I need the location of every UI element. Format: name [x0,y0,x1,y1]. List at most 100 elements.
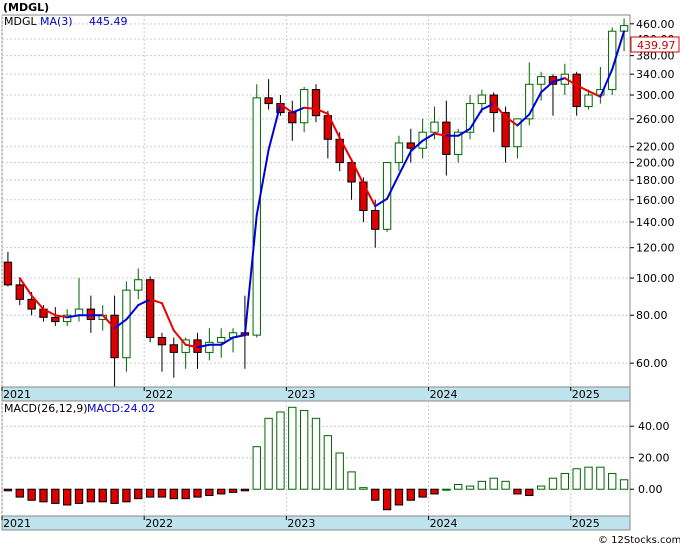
macd-legend-label: MACD(26,12,9) [4,402,88,415]
macd-bar-positive [359,487,368,490]
macd-x-tick-label: 2022 [145,517,173,530]
candle-down [371,210,380,230]
price-x-axis-band [1,386,631,402]
price-x-tick-label: 2022 [145,388,173,401]
macd-legend-value: MACD:24.02 [87,402,155,415]
stock-chart: (MDGL) 460.00420.00380.00340.00300.00260… [1,1,680,546]
macd-bar-negative [406,488,415,501]
candle-down [572,73,581,108]
ma-segment [303,106,317,110]
candle-up [217,336,226,343]
price-tick-label: 140.00 [636,216,675,229]
price-tick-label: 60.00 [636,357,668,370]
candle-down [264,97,273,105]
macd-bar-positive [477,480,487,490]
macd-bar-positive [276,411,285,490]
macd-tick-label: 40.00 [638,420,670,433]
macd-bar-negative [228,488,238,493]
price-tick-label: 100.00 [636,272,675,285]
macd-bar-negative [145,488,155,498]
price-tick-label: 220.00 [636,141,675,154]
price-plot-area [1,14,631,388]
candle-up [430,121,439,133]
macd-bar-positive [572,468,581,490]
macd-bar-positive [548,477,558,490]
macd-bar-negative [371,488,380,501]
price-axis-ticks: 460.00420.00380.00340.00300.00260.00220.… [630,18,675,370]
price-legend-symbol: MDGL [4,15,37,28]
last-price-label: 439.97 [637,39,676,52]
macd-bar-positive [584,466,593,490]
candle-up [584,94,593,108]
price-x-tick-label: 2021 [3,388,31,401]
candle-down [145,279,155,338]
macd-bar-positive [489,477,498,490]
macd-bar-negative [51,488,60,504]
macd-bar-negative [157,488,167,498]
macd-bar-positive [560,472,570,490]
macd-bar-negative [62,488,72,506]
macd-bar-positive [288,406,297,490]
macd-bar-negative [382,488,392,511]
macd-bar-negative [98,488,107,503]
candle-up [122,289,131,359]
macd-bar-negative [110,488,119,504]
candle-down [110,314,119,359]
chart-title: (MDGL) [3,1,49,14]
price-tick-label: 80.00 [636,309,668,322]
macd-bar-positive [501,480,510,490]
price-legend-ma-value: 445.49 [89,15,128,28]
footer-watermark: © 12Stocks.com [598,535,680,546]
macd-bar-negative [513,488,522,495]
macd-bar-positive [465,485,475,490]
candle-down [311,89,321,117]
macd-x-axis-band [1,515,631,531]
price-tick-label: 300.00 [636,89,675,102]
candle-down [359,181,368,212]
macd-bar-negative [86,488,96,503]
macd-bar-negative [169,488,178,500]
price-tick-label: 340.00 [636,68,675,81]
candle-down [288,112,297,124]
macd-bar-negative [134,488,143,500]
macd-tick-label: 0.00 [638,483,663,496]
macd-bar-negative [525,488,534,497]
macd-bar-positive [442,488,451,491]
candle-up [394,142,404,164]
price-x-tick-label: 2024 [430,388,458,401]
macd-bar-negative [74,488,84,504]
price-tick-label: 180.00 [636,174,675,187]
candle-down [442,121,451,155]
macd-bar-positive [299,409,309,490]
macd-x-tick-label: 2023 [287,517,315,530]
candle-up [299,89,309,124]
macd-bar-positive [619,479,629,490]
price-tick-label: 120.00 [636,242,675,255]
macd-tick-label: 20.00 [638,452,670,465]
candle-up [134,279,143,291]
macd-bar-negative [418,488,427,498]
macd-bar-negative [205,488,214,497]
candle-down [3,261,13,286]
candle-down [15,284,24,300]
macd-bar-negative [193,488,202,498]
price-tick-label: 160.00 [636,194,675,207]
macd-bar-negative [15,488,24,498]
price-x-tick-label: 2025 [572,388,600,401]
macd-bar-negative [3,488,13,492]
macd-bar-negative [181,488,190,500]
candle-up [382,162,392,230]
price-panel: 460.00420.00380.00340.00300.00260.00220.… [1,14,680,402]
price-tick-label: 200.00 [636,157,675,170]
macd-bar-negative [39,488,48,503]
candle-down [157,336,167,346]
macd-bar-positive [347,471,356,490]
macd-bar-positive [311,417,321,490]
macd-bar-negative [430,488,439,495]
macd-bar-negative [240,488,250,492]
candle-up [477,94,487,105]
macd-bar-positive [536,485,546,490]
macd-bar-positive [454,483,463,490]
candle-down [27,298,36,310]
macd-x-tick-label: 2025 [572,517,600,530]
